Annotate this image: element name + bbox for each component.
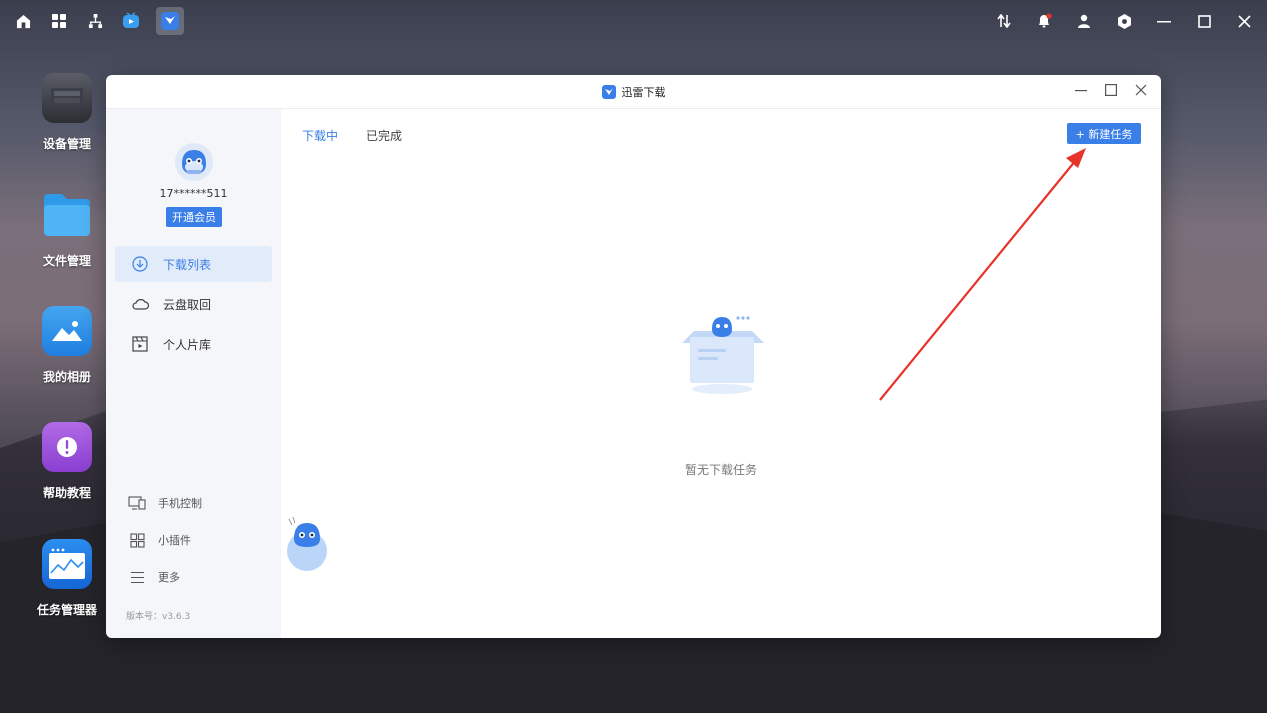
- bottom-nav-plugins[interactable]: 小插件: [128, 530, 191, 550]
- bottom-nav-label: 更多: [158, 571, 180, 584]
- window-title: 迅雷下载: [621, 85, 666, 99]
- avatar[interactable]: [175, 143, 213, 181]
- window-minimize-icon[interactable]: [1075, 84, 1087, 100]
- home-icon[interactable]: [12, 10, 34, 32]
- main-content: 下载中 已完成 + 新建任务 暂无下载任务: [281, 109, 1161, 638]
- vip-button[interactable]: 开通会员: [166, 207, 222, 227]
- network-icon[interactable]: [84, 10, 106, 32]
- mascot-bird-icon[interactable]: [284, 515, 330, 571]
- bottom-nav-label: 小插件: [158, 534, 191, 547]
- window-title-bar[interactable]: 迅雷下载: [106, 75, 1161, 109]
- bottom-nav-more[interactable]: 更多: [128, 567, 180, 587]
- tab-downloading[interactable]: 下载中: [302, 127, 338, 144]
- xunlei-window: 迅雷下载 17******511 开通会员 下载列表 云盘取回 个人片库 手机控…: [106, 75, 1161, 638]
- film-library-icon: [131, 335, 149, 353]
- desktop-icon-device-manager[interactable]: 设备管理: [28, 73, 106, 152]
- desktop-icon-file-manager[interactable]: 文件管理: [28, 190, 106, 269]
- empty-state-illustration: [676, 309, 768, 399]
- maximize-icon[interactable]: [1193, 10, 1215, 32]
- close-icon[interactable]: [1233, 10, 1255, 32]
- bottom-nav-phone-control[interactable]: 手机控制: [128, 493, 202, 513]
- nav-item-label: 个人片库: [163, 337, 212, 352]
- help-icon: [42, 422, 92, 472]
- desktop-icon-task-manager[interactable]: 任务管理器: [28, 539, 106, 618]
- transfer-icon[interactable]: [993, 10, 1015, 32]
- more-icon: [128, 569, 146, 585]
- cloud-icon: [131, 295, 149, 313]
- settings-gear-icon[interactable]: [1113, 10, 1135, 32]
- sidebar: 17******511 开通会员 下载列表 云盘取回 个人片库 手机控制 小插件…: [106, 109, 281, 638]
- nav-item-film-library[interactable]: 个人片库: [115, 326, 272, 362]
- desktop-icon-label: 任务管理器: [36, 603, 97, 617]
- nav-item-label: 云盘取回: [163, 297, 212, 312]
- window-maximize-icon[interactable]: [1105, 84, 1118, 100]
- nav-item-cloud-retrieve[interactable]: 云盘取回: [115, 286, 272, 322]
- folder-icon: [42, 190, 92, 240]
- desktop-icon-label: 设备管理: [42, 137, 91, 151]
- system-top-bar: [0, 0, 1267, 42]
- bottom-nav-label: 手机控制: [158, 497, 202, 510]
- phone-control-icon: [128, 495, 146, 511]
- download-list-icon: [131, 255, 149, 273]
- desktop-icon-photo-album[interactable]: 我的相册: [28, 306, 106, 385]
- xunlei-logo-icon: [601, 84, 616, 99]
- empty-state-text: 暂无下载任务: [684, 463, 757, 477]
- desktop-icon-label: 我的相册: [42, 370, 91, 384]
- desktop-icon-label: 帮助教程: [42, 486, 91, 500]
- minimize-icon[interactable]: [1153, 10, 1175, 32]
- notification-bell-icon[interactable]: [1033, 10, 1055, 32]
- desktop-icon-help[interactable]: 帮助教程: [28, 422, 106, 501]
- username: 17******511: [159, 187, 228, 200]
- nav-item-label: 下载列表: [163, 257, 212, 272]
- user-icon[interactable]: [1073, 10, 1095, 32]
- nav-item-download-list[interactable]: 下载列表: [115, 246, 272, 282]
- device-icon: [42, 73, 92, 123]
- window-close-icon[interactable]: [1135, 84, 1147, 100]
- task-manager-icon: [42, 539, 92, 589]
- photo-icon: [42, 306, 92, 356]
- plugin-icon: [128, 532, 146, 548]
- apps-grid-icon[interactable]: [48, 10, 70, 32]
- version-label: 版本号：v3.6.3: [126, 612, 191, 622]
- new-task-button[interactable]: + 新建任务: [1067, 123, 1141, 144]
- tv-app-icon[interactable]: [120, 10, 142, 32]
- xunlei-taskbar-icon[interactable]: [156, 7, 184, 35]
- tab-completed[interactable]: 已完成: [366, 127, 402, 144]
- desktop-icon-label: 文件管理: [42, 254, 91, 268]
